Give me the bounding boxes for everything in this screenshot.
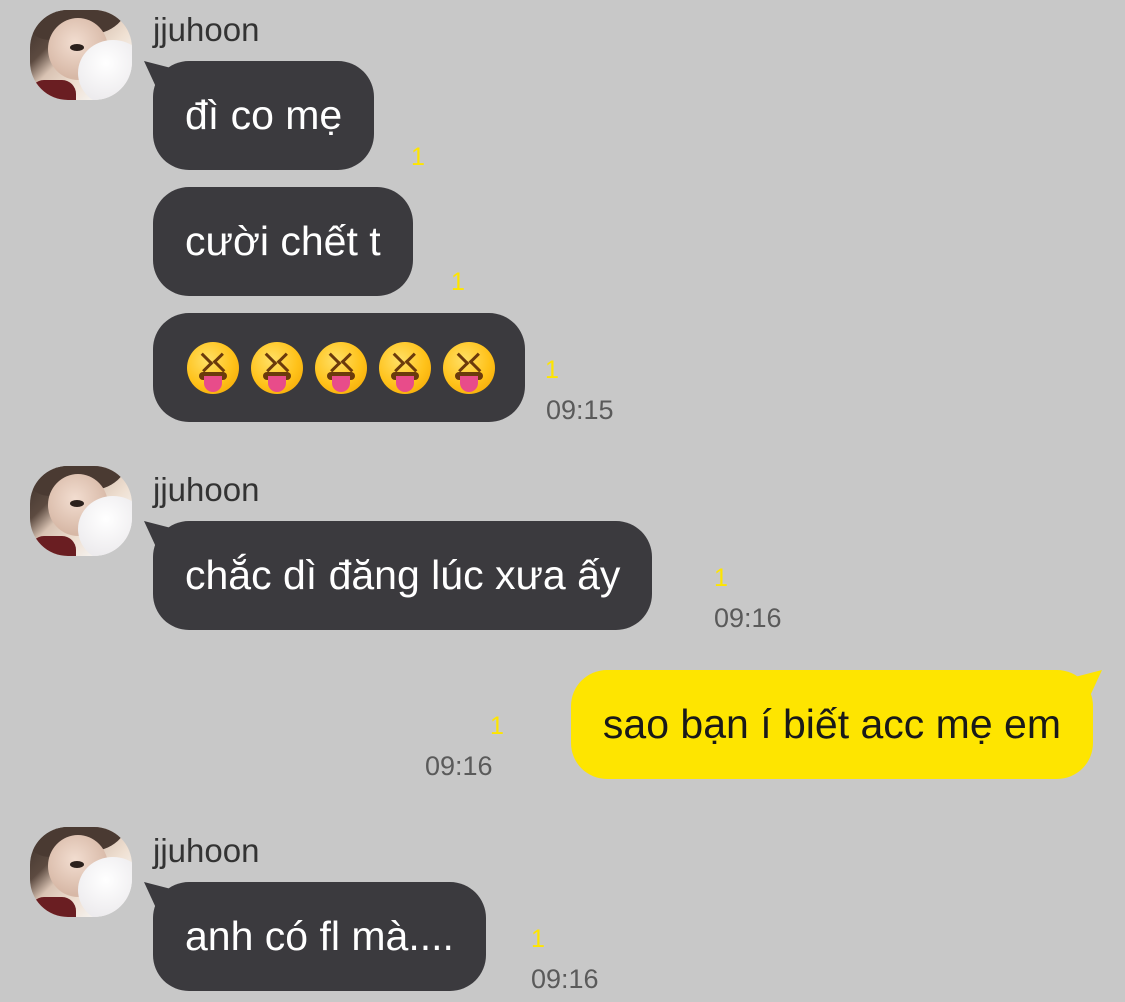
squinting-face-with-tongue-icon [379, 341, 431, 394]
message-time: 09:16 [714, 603, 782, 633]
message-bubble[interactable]: anh có fl mà.... [153, 882, 486, 991]
unread-count: 1 [411, 143, 425, 171]
unread-count: 1 [545, 356, 559, 384]
message-bubble-emoji[interactable]: 😝😝😝😝😝 [153, 313, 525, 422]
sender-name: jjuhoon [153, 11, 260, 48]
sender-name: jjuhoon [153, 471, 260, 508]
message-time: 09:16 [531, 964, 599, 994]
sender-name: jjuhoon [153, 832, 260, 869]
unread-count: 1 [490, 712, 504, 740]
avatar[interactable] [30, 466, 132, 556]
message-time: 09:16 [425, 751, 493, 781]
squinting-face-with-tongue-icon [251, 341, 303, 394]
message-text: anh có fl mà.... [185, 913, 454, 959]
message-text: đì co mẹ [185, 92, 343, 138]
sent-message-bubble[interactable]: sao bạn í biết acc mẹ em [570, 670, 1093, 779]
message-bubble[interactable]: đì co mẹ [153, 61, 375, 170]
message-time: 09:15 [546, 395, 614, 425]
message-bubble[interactable]: cười chết t [153, 187, 413, 296]
unread-count: 1 [714, 564, 728, 592]
unread-count: 1 [451, 268, 465, 296]
message-bubble[interactable]: chắc dì đăng lúc xưa ấy [153, 521, 653, 630]
squinting-face-with-tongue-icon [315, 341, 367, 394]
avatar[interactable] [30, 827, 132, 917]
message-text: cười chết t [185, 218, 381, 264]
message-text: chắc dì đăng lúc xưa ấy [185, 552, 621, 598]
message-text: sao bạn í biết acc mẹ em [602, 701, 1061, 747]
unread-count: 1 [531, 925, 545, 953]
avatar[interactable] [30, 10, 132, 100]
squinting-face-with-tongue-icon [443, 341, 495, 394]
squinting-face-with-tongue-icon [187, 341, 239, 394]
